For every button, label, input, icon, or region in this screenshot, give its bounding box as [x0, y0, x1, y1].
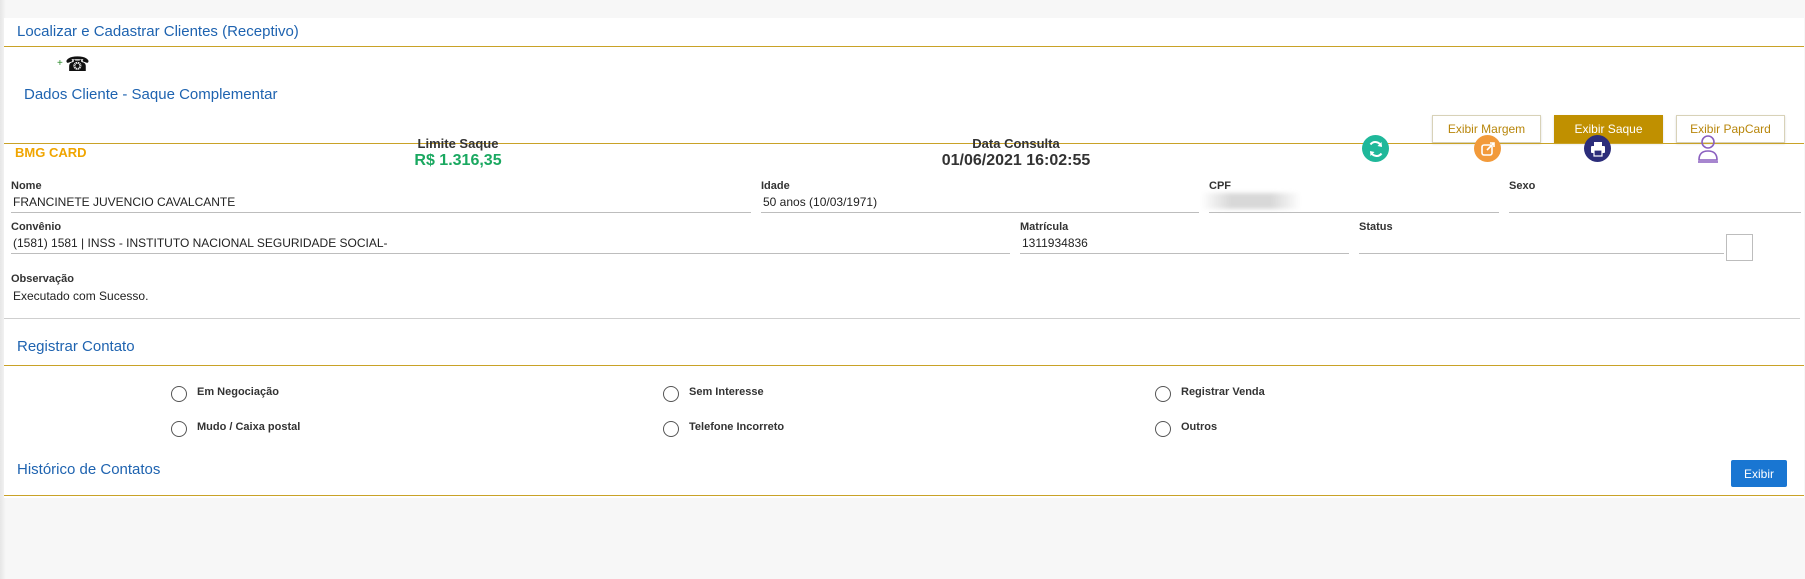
historico-contatos-title: Histórico de Contatos	[17, 461, 161, 478]
data-consulta-label: Data Consulta	[972, 136, 1060, 151]
limite-saque-value: R$ 1.316,35	[414, 152, 502, 169]
nome-value[interactable]: FRANCINETE JUVENCIO CAVALCANTE	[13, 195, 235, 209]
limite-saque-block: Limite Saque R$ 1.316,35	[374, 136, 542, 170]
historico-divider	[4, 495, 1804, 496]
dados-divider	[4, 143, 1804, 144]
matricula-value[interactable]: 1311934836	[1022, 236, 1088, 250]
sexo-underline	[1509, 212, 1801, 213]
page-title: Localizar e Cadastrar Clientes (Receptiv…	[17, 23, 299, 40]
add-prefix: +	[57, 58, 63, 69]
radio-mudo-caixa-postal[interactable]	[171, 421, 187, 437]
convenio-underline	[11, 253, 1010, 254]
cpf-label: CPF	[1209, 180, 1231, 192]
refresh-icon[interactable]	[1362, 135, 1389, 162]
cpf-redacted-value	[1201, 193, 1301, 209]
status-underline	[1359, 253, 1724, 254]
tab-exibir-saque[interactable]: Exibir Saque	[1554, 115, 1663, 143]
limite-saque-label: Limite Saque	[417, 136, 499, 151]
status-label: Status	[1359, 221, 1393, 233]
tab-exibir-papcard[interactable]: Exibir PapCard	[1676, 115, 1785, 143]
radio-telefone-incorreto[interactable]	[663, 421, 679, 437]
matricula-underline	[1020, 253, 1349, 254]
exibir-historico-button[interactable]: Exibir	[1731, 460, 1787, 487]
radio-sem-interesse-label: Sem Interesse	[689, 386, 764, 398]
idade-value[interactable]: 50 anos (10/03/1971)	[763, 195, 877, 209]
radio-telefone-incorreto-label: Telefone Incorreto	[689, 421, 785, 433]
user-stamp-icon[interactable]	[1696, 134, 1720, 164]
idade-underline	[761, 212, 1199, 213]
radio-em-negociacao-label: Em Negociação	[197, 386, 279, 398]
observacao-label: Observação	[11, 273, 74, 285]
radio-registrar-venda-label: Registrar Venda	[1181, 386, 1265, 398]
registrar-contato-title: Registrar Contato	[17, 338, 135, 355]
registrar-divider	[4, 365, 1804, 366]
radio-mudo-caixa-postal-label: Mudo / Caixa postal	[197, 421, 301, 433]
phone-icon[interactable]: ☎	[65, 52, 90, 77]
print-icon[interactable]	[1584, 135, 1611, 162]
share-icon[interactable]	[1474, 135, 1501, 162]
idade-label: Idade	[761, 180, 790, 192]
status-image-placeholder	[1726, 234, 1753, 261]
radio-em-negociacao[interactable]	[171, 386, 187, 402]
brand-label: BMG CARD	[15, 145, 87, 160]
convenio-value[interactable]: (1581) 1581 | INSS - INSTITUTO NACIONAL …	[13, 236, 388, 250]
nome-underline	[11, 212, 751, 213]
matricula-label: Matrícula	[1020, 221, 1069, 233]
page-container: Localizar e Cadastrar Clientes (Receptiv…	[4, 18, 1804, 498]
observacao-divider	[4, 318, 1800, 319]
radio-outros[interactable]	[1155, 421, 1171, 437]
convenio-label: Convênio	[11, 221, 62, 233]
dados-cliente-title: Dados Cliente - Saque Complementar	[24, 86, 278, 103]
nome-label: Nome	[11, 180, 42, 192]
page-title-divider	[4, 46, 1804, 47]
data-consulta-value: 01/06/2021 16:02:55	[941, 152, 1091, 169]
sexo-label: Sexo	[1509, 180, 1536, 192]
data-consulta-block: Data Consulta 01/06/2021 16:02:55	[916, 136, 1116, 170]
radio-registrar-venda[interactable]	[1155, 386, 1171, 402]
cpf-underline	[1209, 212, 1499, 213]
observacao-value: Executado com Sucesso.	[13, 289, 149, 303]
radio-outros-label: Outros	[1181, 421, 1218, 433]
radio-sem-interesse[interactable]	[663, 386, 679, 402]
